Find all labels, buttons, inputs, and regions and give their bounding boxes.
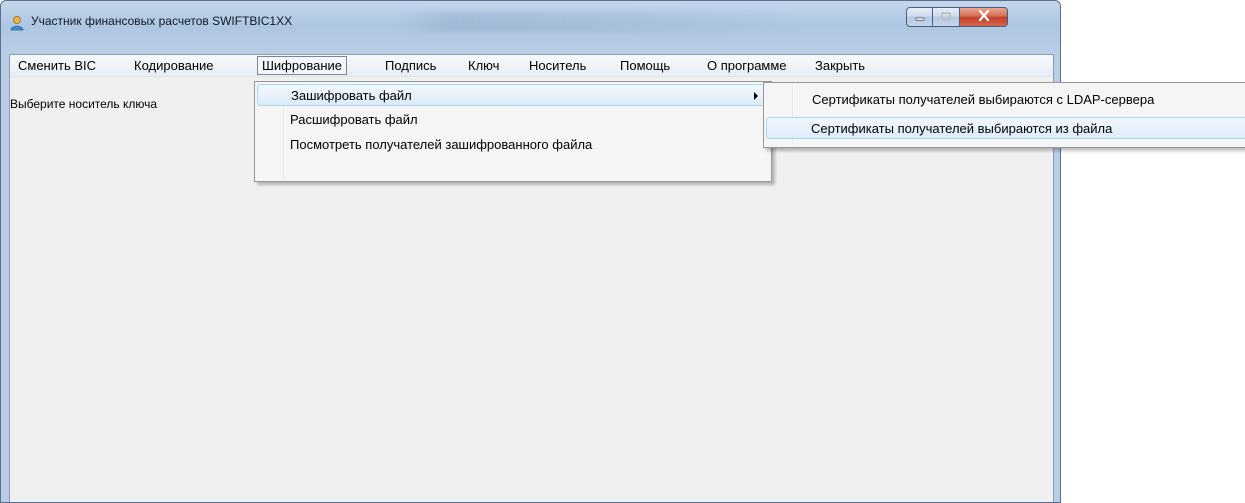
menu-item-certs-from-ldap[interactable]: Сертификаты получателей выбираются с LDA… bbox=[766, 89, 1245, 111]
menu-item-encrypt-file[interactable]: Зашифровать файл bbox=[257, 84, 769, 106]
title-bar[interactable]: Участник финансовых расчетов SWIFTBIC1XX bbox=[1, 1, 1060, 41]
menu-about[interactable]: О программе bbox=[703, 56, 791, 75]
minimize-icon bbox=[915, 10, 925, 24]
minimize-button[interactable] bbox=[906, 7, 933, 27]
user-icon bbox=[9, 15, 25, 31]
maximize-icon bbox=[941, 10, 951, 24]
menu-help[interactable]: Помощь bbox=[616, 56, 674, 75]
menu-item-label: Зашифровать файл bbox=[291, 88, 412, 103]
close-icon bbox=[978, 9, 990, 24]
app-window: Участник финансовых расчетов SWIFTBIC1XX bbox=[0, 0, 1061, 503]
menu-encryption[interactable]: Шифрование bbox=[257, 56, 347, 75]
maximize-button[interactable] bbox=[933, 7, 960, 27]
menu-media[interactable]: Носитель bbox=[525, 56, 590, 75]
menu-item-certs-from-file[interactable]: Сертификаты получателей выбираются из фа… bbox=[766, 117, 1245, 139]
chevron-right-icon bbox=[754, 92, 758, 100]
menu-item-decrypt-file[interactable]: Расшифровать файл bbox=[257, 109, 769, 131]
menu-change-bic[interactable]: Сменить BIC bbox=[14, 56, 100, 75]
menu-bar: Сменить BIC Кодирование Шифрование Подпи… bbox=[10, 55, 1053, 77]
menu-item-label: Сертификаты получателей выбираются из фа… bbox=[811, 121, 1113, 136]
status-text: Выберите носитель ключа bbox=[10, 97, 158, 111]
title-blur-region bbox=[399, 12, 799, 32]
close-button[interactable] bbox=[960, 7, 1008, 27]
menu-item-label: Посмотреть получателей зашифрованного фа… bbox=[290, 137, 593, 152]
window-title: Участник финансовых расчетов SWIFTBIC1XX bbox=[31, 14, 293, 28]
menu-item-label: Расшифровать файл bbox=[290, 112, 418, 127]
encryption-dropdown: Зашифровать файл Расшифровать файл Посмо… bbox=[254, 81, 772, 182]
encrypt-file-submenu: Сертификаты получателей выбираются с LDA… bbox=[763, 82, 1245, 148]
menu-encoding[interactable]: Кодирование bbox=[130, 56, 218, 75]
desktop-background bbox=[1061, 0, 1245, 503]
menu-close[interactable]: Закрыть bbox=[811, 56, 869, 75]
menu-item-label: Сертификаты получателей выбираются с LDA… bbox=[812, 92, 1155, 107]
menu-key[interactable]: Ключ bbox=[464, 56, 503, 75]
caption-buttons bbox=[906, 7, 1008, 29]
menu-signature[interactable]: Подпись bbox=[381, 56, 440, 75]
menu-item-view-recipients[interactable]: Посмотреть получателей зашифрованного фа… bbox=[257, 134, 769, 156]
